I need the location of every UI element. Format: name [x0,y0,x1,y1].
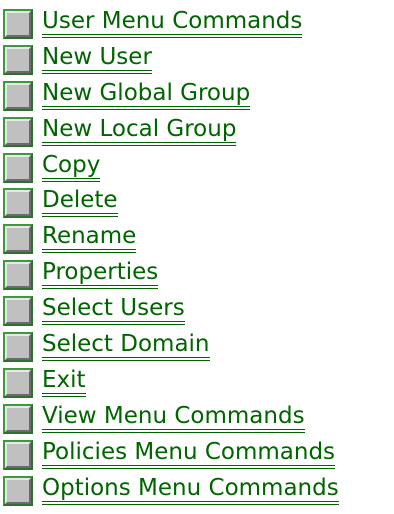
help-topic-button-icon[interactable] [3,80,33,111]
help-topic-button-icon[interactable] [3,296,33,327]
topic-link-new-global-group[interactable]: New Global Group [42,81,251,110]
topic-link-view-menu-commands[interactable]: View Menu Commands [42,404,305,433]
help-topic-button-icon[interactable] [3,116,33,147]
help-topic-list: User Menu Commands New User New Global G… [0,0,394,508]
topic-link-properties[interactable]: Properties [42,261,159,290]
topic-item-new-local-group[interactable]: New Local Group [3,114,394,150]
topic-item-properties[interactable]: Properties [3,257,394,293]
topic-item-select-users[interactable]: Select Users [3,293,394,329]
topic-link-select-domain[interactable]: Select Domain [42,332,210,361]
topic-link-policies-menu-commands[interactable]: Policies Menu Commands [42,440,336,469]
topic-link-options-menu-commands[interactable]: Options Menu Commands [42,476,339,505]
topic-item-view-menu-commands[interactable]: View Menu Commands [3,401,394,437]
topic-item-new-user[interactable]: New User [3,42,394,78]
help-topic-button-icon[interactable] [3,367,33,398]
help-topic-button-icon[interactable] [3,260,33,291]
help-topic-button-icon[interactable] [3,44,33,75]
topic-link-exit[interactable]: Exit [42,368,86,397]
help-topic-button-icon[interactable] [3,439,33,470]
topic-item-copy[interactable]: Copy [3,150,394,186]
topic-link-new-user[interactable]: New User [42,45,152,74]
topic-item-policies-menu-commands[interactable]: Policies Menu Commands [3,437,394,473]
help-topic-button-icon[interactable] [3,188,33,219]
help-topic-button-icon[interactable] [3,331,33,362]
topic-link-user-menu-commands[interactable]: User Menu Commands [42,9,303,38]
help-topic-button-icon[interactable] [3,403,33,434]
help-topic-button-icon[interactable] [3,475,33,506]
help-topic-button-icon[interactable] [3,224,33,255]
help-topic-button-icon[interactable] [3,152,33,183]
topic-link-delete[interactable]: Delete [42,189,118,218]
topic-link-select-users[interactable]: Select Users [42,297,185,326]
topic-item-new-global-group[interactable]: New Global Group [3,78,394,114]
topic-item-rename[interactable]: Rename [3,221,394,257]
topic-item-exit[interactable]: Exit [3,365,394,401]
topic-item-options-menu-commands[interactable]: Options Menu Commands [3,473,394,509]
topic-link-rename[interactable]: Rename [42,225,137,254]
topic-link-copy[interactable]: Copy [42,153,101,182]
topic-link-new-local-group[interactable]: New Local Group [42,117,237,146]
help-topic-button-icon[interactable] [3,8,33,39]
topic-item-delete[interactable]: Delete [3,185,394,221]
topic-item-user-menu-commands[interactable]: User Menu Commands [3,6,394,42]
topic-item-select-domain[interactable]: Select Domain [3,329,394,365]
